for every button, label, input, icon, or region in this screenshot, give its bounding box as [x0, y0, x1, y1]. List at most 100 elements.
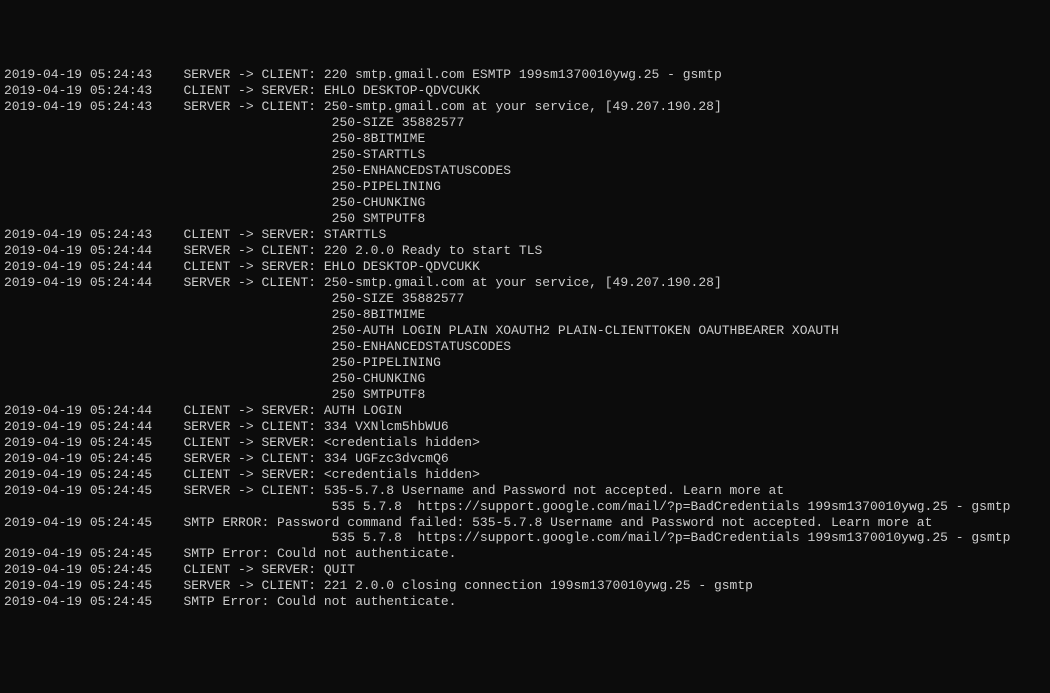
log-direction: SERVER -> CLIENT: — [183, 275, 316, 290]
log-pad — [4, 163, 332, 178]
log-pad — [152, 275, 183, 290]
log-direction: CLIENT -> SERVER: — [183, 435, 316, 450]
log-pad — [4, 147, 332, 162]
log-line: 250-PIPELINING — [4, 179, 1046, 195]
log-line: 2019-04-19 05:24:44 CLIENT -> SERVER: AU… — [4, 403, 1046, 419]
log-line: 2019-04-19 05:24:43 SERVER -> CLIENT: 25… — [4, 99, 1046, 115]
log-pad — [152, 99, 183, 114]
log-line: 535 5.7.8 https://support.google.com/mai… — [4, 530, 1046, 546]
log-timestamp: 2019-04-19 05:24:43 — [4, 99, 152, 115]
log-message: 535 5.7.8 https://support.google.com/mai… — [332, 499, 1011, 514]
log-timestamp: 2019-04-19 05:24:45 — [4, 546, 152, 562]
log-pad — [152, 83, 183, 98]
log-pad — [4, 530, 332, 545]
log-pad — [152, 578, 183, 593]
log-direction: CLIENT -> SERVER: — [183, 83, 316, 98]
log-message: 535-5.7.8 Username and Password not acce… — [472, 515, 932, 530]
log-direction: SERVER -> CLIENT: — [183, 419, 316, 434]
log-message: 250-AUTH LOGIN PLAIN XOAUTH2 PLAIN-CLIEN… — [332, 323, 839, 338]
log-line: 2019-04-19 05:24:45 CLIENT -> SERVER: QU… — [4, 562, 1046, 578]
log-timestamp: 2019-04-19 05:24:43 — [4, 67, 152, 83]
log-pad — [152, 594, 183, 609]
log-line: 250-AUTH LOGIN PLAIN XOAUTH2 PLAIN-CLIEN… — [4, 323, 1046, 339]
log-line: 2019-04-19 05:24:45 SMTP Error: Could no… — [4, 594, 1046, 610]
log-direction: CLIENT -> SERVER: — [183, 259, 316, 274]
log-direction: SERVER -> CLIENT: — [183, 451, 316, 466]
log-message: STARTTLS — [324, 227, 386, 242]
log-timestamp: 2019-04-19 05:24:44 — [4, 403, 152, 419]
log-pad — [152, 243, 183, 258]
log-pad — [152, 419, 183, 434]
log-line: 2019-04-19 05:24:43 CLIENT -> SERVER: ST… — [4, 227, 1046, 243]
log-pad — [152, 227, 183, 242]
log-pad — [152, 403, 183, 418]
log-message: 250-smtp.gmail.com at your service, [49.… — [324, 275, 722, 290]
log-message: <credentials hidden> — [324, 435, 480, 450]
log-line: 250-CHUNKING — [4, 371, 1046, 387]
log-direction: SMTP ERROR: Password command failed: — [183, 515, 464, 530]
log-pad — [4, 371, 332, 386]
log-line: 250-ENHANCEDSTATUSCODES — [4, 339, 1046, 355]
log-timestamp: 2019-04-19 05:24:45 — [4, 578, 152, 594]
log-timestamp: 2019-04-19 05:24:44 — [4, 419, 152, 435]
log-message: AUTH LOGIN — [324, 403, 402, 418]
log-message: 250-SIZE 35882577 — [332, 291, 465, 306]
log-timestamp: 2019-04-19 05:24:44 — [4, 243, 152, 259]
log-pad — [4, 131, 332, 146]
log-pad — [4, 211, 332, 226]
log-timestamp: 2019-04-19 05:24:44 — [4, 275, 152, 291]
log-message: EHLO DESKTOP-QDVCUKK — [324, 83, 480, 98]
log-line: 250-8BITMIME — [4, 307, 1046, 323]
log-line: 535 5.7.8 https://support.google.com/mai… — [4, 499, 1046, 515]
log-pad — [152, 451, 183, 466]
log-line: 2019-04-19 05:24:45 SMTP Error: Could no… — [4, 546, 1046, 562]
log-direction: SERVER -> CLIENT: — [183, 67, 316, 82]
log-line: 2019-04-19 05:24:45 CLIENT -> SERVER: <c… — [4, 467, 1046, 483]
log-pad — [4, 387, 332, 402]
log-message: 250-CHUNKING — [332, 195, 426, 210]
log-line: 250-SIZE 35882577 — [4, 115, 1046, 131]
log-line: 2019-04-19 05:24:45 SERVER -> CLIENT: 33… — [4, 451, 1046, 467]
log-line: 2019-04-19 05:24:45 SERVER -> CLIENT: 53… — [4, 483, 1046, 499]
log-line: 2019-04-19 05:24:44 CLIENT -> SERVER: EH… — [4, 259, 1046, 275]
log-line: 250 SMTPUTF8 — [4, 211, 1046, 227]
log-timestamp: 2019-04-19 05:24:43 — [4, 83, 152, 99]
log-message: 250 SMTPUTF8 — [332, 211, 426, 226]
log-line: 2019-04-19 05:24:45 SMTP ERROR: Password… — [4, 515, 1046, 531]
log-line: 2019-04-19 05:24:44 SERVER -> CLIENT: 25… — [4, 275, 1046, 291]
log-pad — [152, 435, 183, 450]
log-direction: CLIENT -> SERVER: — [183, 467, 316, 482]
log-message: 220 smtp.gmail.com ESMTP 199sm1370010ywg… — [324, 67, 722, 82]
log-direction: SMTP Error: Could not authenticate. — [183, 594, 456, 609]
log-line: 2019-04-19 05:24:45 CLIENT -> SERVER: <c… — [4, 435, 1046, 451]
log-line: 250-STARTTLS — [4, 147, 1046, 163]
log-timestamp: 2019-04-19 05:24:45 — [4, 451, 152, 467]
log-pad — [4, 115, 332, 130]
log-pad — [4, 499, 332, 514]
log-line: 2019-04-19 05:24:44 SERVER -> CLIENT: 22… — [4, 243, 1046, 259]
log-pad — [4, 307, 332, 322]
log-message: 334 VXNlcm5hbWU6 — [324, 419, 449, 434]
log-pad — [4, 355, 332, 370]
log-timestamp: 2019-04-19 05:24:45 — [4, 515, 152, 531]
log-line: 250-8BITMIME — [4, 131, 1046, 147]
log-message: 535-5.7.8 Username and Password not acce… — [324, 483, 784, 498]
log-direction: SMTP Error: Could not authenticate. — [183, 546, 456, 561]
log-message: QUIT — [324, 562, 355, 577]
log-message: 250-PIPELINING — [332, 179, 441, 194]
log-pad — [4, 195, 332, 210]
log-message: EHLO DESKTOP-QDVCUKK — [324, 259, 480, 274]
log-message: 250-8BITMIME — [332, 307, 426, 322]
log-direction: SERVER -> CLIENT: — [183, 243, 316, 258]
log-message: <credentials hidden> — [324, 467, 480, 482]
log-pad — [152, 483, 183, 498]
log-pad — [152, 515, 183, 530]
log-timestamp: 2019-04-19 05:24:45 — [4, 562, 152, 578]
log-message: 250-ENHANCEDSTATUSCODES — [332, 339, 511, 354]
log-message: 220 2.0.0 Ready to start TLS — [324, 243, 542, 258]
log-message: 250-ENHANCEDSTATUSCODES — [332, 163, 511, 178]
log-line: 2019-04-19 05:24:43 CLIENT -> SERVER: EH… — [4, 83, 1046, 99]
log-pad — [152, 562, 183, 577]
log-line: 2019-04-19 05:24:44 SERVER -> CLIENT: 33… — [4, 419, 1046, 435]
log-timestamp: 2019-04-19 05:24:45 — [4, 467, 152, 483]
